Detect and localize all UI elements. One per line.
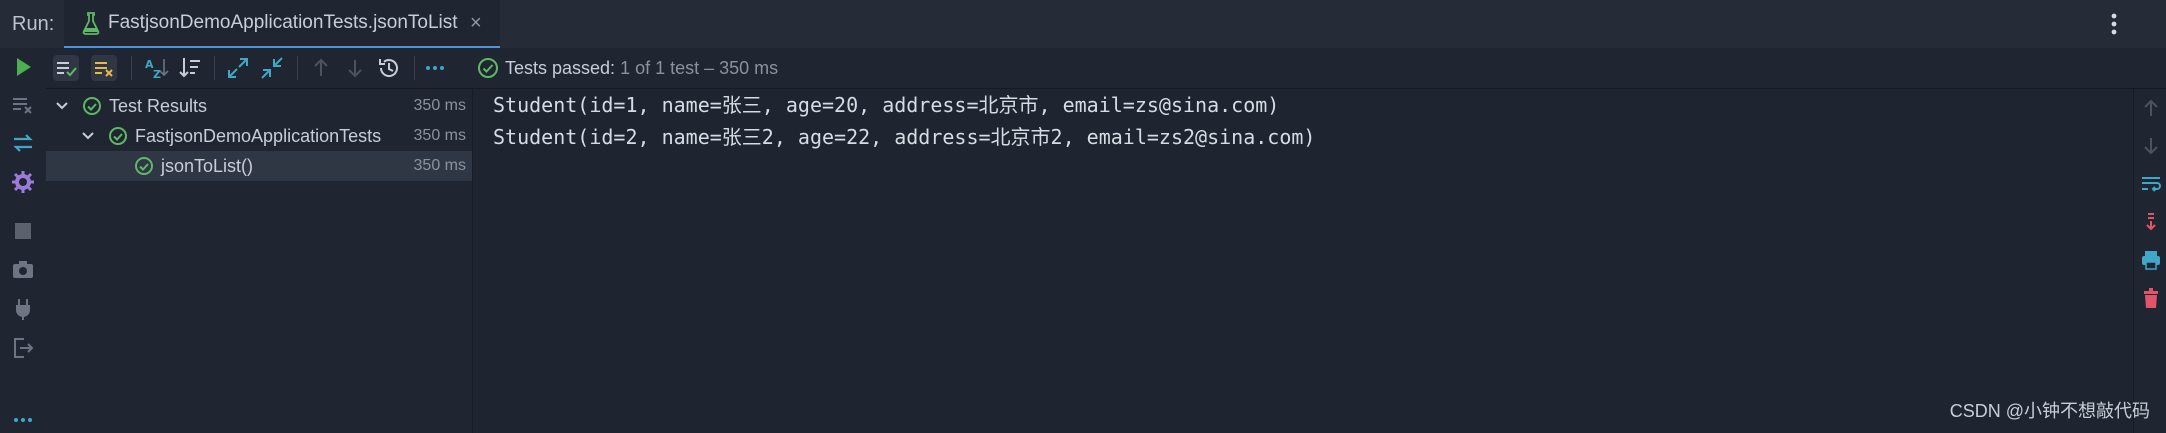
status-passed: Tests passed: — [505, 58, 616, 78]
tree-time: 350 ms — [413, 157, 466, 174]
collapse-all-icon[interactable] — [259, 55, 285, 81]
console-line: Student(id=1, name=张三, age=20, address=北… — [493, 93, 1280, 117]
status-detail: 1 of 1 test – 350 ms — [620, 58, 779, 78]
print-icon[interactable] — [2140, 249, 2162, 271]
tree-time: 350 ms — [413, 127, 466, 144]
camera-dump-icon[interactable] — [10, 257, 36, 283]
test-status: Tests passed: 1 of 1 test – 350 ms — [505, 48, 778, 88]
test-toolbar: A Z Tests passed: 1 of 1 test – 350 ms — [46, 48, 2166, 89]
test-results-tree: Test Results 350 ms FastjsonDemoApplicat… — [46, 89, 473, 433]
chevron-down-icon[interactable] — [80, 128, 96, 149]
more-icon[interactable] — [10, 402, 36, 428]
sort-by-duration-icon[interactable] — [177, 55, 203, 81]
tree-time: 350 ms — [413, 97, 466, 114]
csdn-watermark: CSDN @小钟不想敲代码 — [1949, 401, 2150, 421]
run-label: Run: — [12, 13, 55, 35]
svg-text:Z: Z — [153, 68, 161, 81]
next-test-icon[interactable] — [342, 55, 368, 81]
more-options-icon[interactable] — [2110, 12, 2118, 41]
tree-row-fastjson-tests[interactable]: FastjsonDemoApplicationTests 350 ms — [46, 121, 472, 151]
console-side-toolbar — [2133, 89, 2166, 433]
plug-icon[interactable] — [10, 296, 36, 322]
soft-wrap-icon[interactable] — [2140, 173, 2162, 195]
rerun-icon[interactable] — [10, 54, 36, 80]
test-flask-icon — [82, 11, 100, 40]
console-output[interactable]: Student(id=1, name=张三, age=20, address=北… — [473, 89, 2133, 433]
run-tab-bar: Run: FastjsonDemoApplicationTests.jsonTo… — [0, 0, 2166, 49]
rerun-failed-icon[interactable] — [10, 92, 36, 118]
scroll-to-end-icon[interactable] — [2140, 211, 2162, 233]
tab-title: FastjsonDemoApplicationTests.jsonToList — [108, 12, 458, 33]
tree-row-test-results[interactable]: Test Results 350 ms — [46, 91, 472, 121]
settings-gear-icon[interactable] — [10, 169, 36, 195]
expand-all-icon[interactable] — [225, 55, 251, 81]
tree-row-json-to-list[interactable]: jsonToList() 350 ms — [46, 151, 472, 181]
toggle-auto-test-icon[interactable] — [10, 130, 36, 156]
chevron-down-icon[interactable] — [54, 98, 70, 119]
tree-label: FastjsonDemoApplicationTests — [135, 126, 382, 146]
previous-test-icon[interactable] — [308, 55, 334, 81]
tab-fastjson-json-to-list[interactable]: FastjsonDemoApplicationTests.jsonToList … — [64, 0, 500, 48]
tree-label: Test Results — [109, 96, 208, 116]
scroll-down-icon[interactable] — [2140, 135, 2162, 157]
show-ignored-icon[interactable] — [91, 55, 117, 81]
clear-all-trash-icon[interactable] — [2140, 287, 2162, 309]
tab-close-icon[interactable]: × — [470, 0, 482, 46]
run-tool-window: Run: FastjsonDemoApplicationTests.jsonTo… — [0, 0, 2166, 433]
sort-alphabetically-icon[interactable]: A Z — [143, 55, 169, 81]
console-line: Student(id=2, name=张三2, age=22, address=… — [493, 125, 1316, 149]
tree-label: jsonToList() — [161, 156, 254, 176]
scroll-up-icon[interactable] — [2140, 97, 2162, 119]
check-circle-icon — [476, 56, 502, 82]
show-passed-icon[interactable] — [53, 55, 79, 81]
more-actions-icon[interactable] — [422, 55, 448, 81]
check-circle-icon — [108, 126, 128, 151]
exit-icon[interactable] — [10, 335, 36, 361]
test-history-icon[interactable] — [376, 55, 402, 81]
check-circle-icon — [134, 156, 154, 181]
check-circle-icon — [82, 96, 102, 121]
left-toolbar — [0, 48, 47, 433]
stop-icon[interactable] — [10, 218, 36, 244]
